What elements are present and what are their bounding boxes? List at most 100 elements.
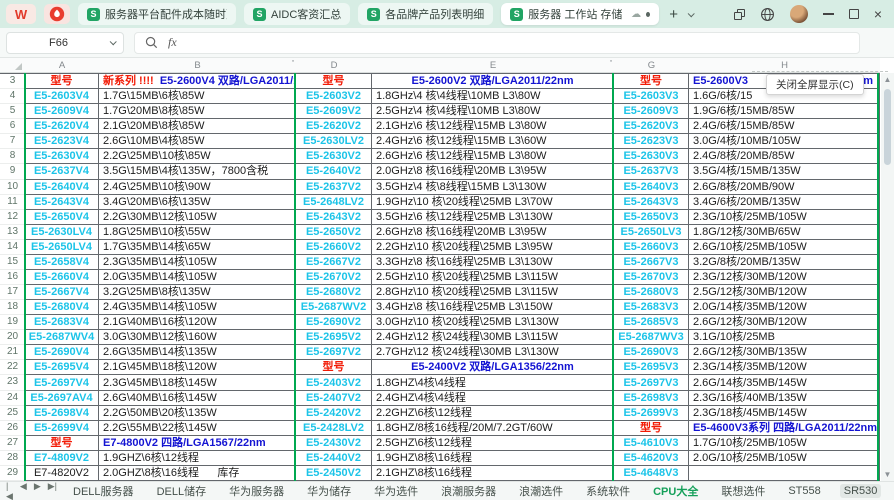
cell[interactable]: 3.0G\30MB\12核\160W [99, 330, 296, 345]
row-header[interactable]: 23 [0, 375, 25, 390]
cell[interactable]: E5-2697AV4 [25, 391, 99, 406]
column-header[interactable]: A [25, 58, 99, 73]
sheet-tab[interactable]: DELL储存 [153, 482, 211, 500]
cell[interactable]: E5-2660V4 [25, 270, 99, 285]
cell[interactable]: E5-2695V2 [296, 330, 372, 345]
cell[interactable]: E5-2403V2 [296, 375, 372, 390]
next-sheet-icon[interactable]: ▶ [34, 481, 41, 500]
row-header[interactable]: 6 [0, 119, 25, 134]
cell[interactable]: E5-2420V2 [296, 406, 372, 421]
row-header[interactable]: 29 [0, 466, 25, 481]
sheet-tab[interactable]: 联想选件 [717, 482, 769, 500]
cell[interactable]: E5-2670V3 [614, 270, 689, 285]
cell[interactable]: E5-2643V4 [25, 195, 99, 210]
cell[interactable]: E5-2603V3 [614, 89, 689, 104]
scroll-up-icon[interactable]: ▲ [881, 75, 894, 84]
row-header[interactable]: 12 [0, 210, 25, 225]
cell[interactable]: E5-2640V4 [25, 180, 99, 195]
select-all-corner[interactable] [0, 58, 25, 73]
cell[interactable]: E5-2680V4 [25, 300, 99, 315]
cell[interactable]: 3.5G\15MB\4核\135W，7800含税 [99, 164, 296, 179]
close-button[interactable]: × [874, 7, 882, 21]
cell[interactable]: 1.9GHZ\6核\12线程 [99, 451, 296, 466]
row-header[interactable]: 18 [0, 300, 25, 315]
row-header[interactable]: 19 [0, 315, 25, 330]
cell[interactable]: E5-2650V4 [25, 210, 99, 225]
cell[interactable]: E5-2620V3 [614, 119, 689, 134]
cell[interactable]: E5-2680V2 [296, 285, 372, 300]
cell[interactable]: 3.5G/4核/15MB/135W [689, 164, 880, 179]
cell[interactable]: E5-2650LV4 [25, 240, 99, 255]
cell[interactable]: E5-2643V3 [614, 195, 689, 210]
document-tab[interactable]: SAIDC客资汇总 [244, 3, 350, 25]
cell[interactable]: E5-2637V4 [25, 164, 99, 179]
row-header[interactable]: 25 [0, 406, 25, 421]
sheet-tab[interactable]: 华为选件 [370, 482, 422, 500]
cell[interactable]: E5-2687WV3 [614, 330, 689, 345]
cell[interactable]: E5-2603V4 [25, 89, 99, 104]
cell[interactable]: 2.6G/12核/30MB/120W [689, 315, 880, 330]
cell[interactable]: E5-2687WV4 [25, 330, 99, 345]
cell[interactable]: 2.6GHz\6 核\12线程\15MB L3\80W [372, 149, 614, 164]
cell[interactable]: 1.8GHZ/8核16线程/20M/7.2GT/60W [372, 421, 614, 436]
cell[interactable]: 2.4GHZ\4核\4线程 [372, 391, 614, 406]
cell[interactable]: E5-2683V4 [25, 315, 99, 330]
document-tab[interactable]: S服务器平台配件成本随时更新-S [78, 3, 236, 25]
row-header[interactable]: 14 [0, 240, 25, 255]
new-tab-button[interactable]: + [667, 7, 680, 22]
row-header[interactable]: 9 [0, 164, 25, 179]
cell[interactable]: E5-2660V2 [296, 240, 372, 255]
cell[interactable]: 2.3G/16核/40MB/135W [689, 391, 880, 406]
cell[interactable]: 2.6G/14核/35MB/145W [689, 375, 880, 390]
tab-manager-icon[interactable] [734, 9, 745, 20]
search-icon[interactable] [145, 36, 158, 49]
cell[interactable]: E5-2609V2 [296, 104, 372, 119]
cell[interactable]: 型号 [25, 436, 99, 451]
cell[interactable]: 2.6G\10MB\4核\85W [99, 134, 296, 149]
cell[interactable]: 2.0GHZ\8核\16线程 库存 [99, 466, 296, 481]
cell[interactable]: 1.7G/10核/25MB/105W [689, 436, 880, 451]
cell[interactable]: E5-2640V2 [296, 164, 372, 179]
cell[interactable]: 2.6G/10核/25MB/105W [689, 240, 880, 255]
cell[interactable]: 2.1GHz\6 核\12线程\15MB L3\80W [372, 119, 614, 134]
cell[interactable]: E5-2643V2 [296, 210, 372, 225]
cell[interactable]: E5-2600V2 双路/LGA2011/22nm [372, 74, 614, 89]
wps-logo-icon[interactable]: W [6, 4, 36, 24]
cell[interactable]: E5-2620V4 [25, 119, 99, 134]
tab-list-chevron-icon[interactable] [688, 10, 695, 17]
cell[interactable]: E5-2670V2 [296, 270, 372, 285]
cell[interactable]: 2.5G/12核/30MB/120W [689, 285, 880, 300]
document-tab[interactable]: S服务器 工作站 存储 选件☁ [501, 3, 659, 25]
cell[interactable]: E7-4800V2 四路/LGA1567/22nm [99, 436, 296, 451]
cell[interactable]: 1.8G/12核/30MB/65W [689, 225, 880, 240]
cell[interactable]: E5-2658V4 [25, 255, 99, 270]
cell[interactable]: 1.9G/6核/15MB/85W [689, 104, 880, 119]
cell[interactable]: 3.1G/10核/25MB [689, 330, 880, 345]
cell[interactable]: 2.6G/12核/30MB/135W [689, 345, 880, 360]
cell[interactable]: E5-2630V2 [296, 149, 372, 164]
cell[interactable]: 2.0G\35MB\14核\105W [99, 270, 296, 285]
row-header[interactable]: 21 [0, 345, 25, 360]
cell[interactable] [689, 466, 880, 481]
cell[interactable]: E5-4620V3 [614, 451, 689, 466]
cell[interactable]: E5-2609V4 [25, 104, 99, 119]
cell[interactable]: 2.4G\35MB\14核\105W [99, 300, 296, 315]
cell[interactable]: 3.5GHz\4 核\8线程\15MB L3\130W [372, 180, 614, 195]
cell[interactable]: 3.4GHz\8 核\16线程\25MB L3\150W [372, 300, 614, 315]
cell[interactable]: 2.1GHZ\8核\16线程 [372, 466, 614, 481]
cell[interactable]: E7-4809V2 [25, 451, 99, 466]
cell[interactable]: E5-2637V2 [296, 180, 372, 195]
cell[interactable]: 2.1G\20MB\8核\85W [99, 119, 296, 134]
cell[interactable]: 2.0G/10核/25MB/105W [689, 451, 880, 466]
prev-sheet-icon[interactable]: ◀ [20, 481, 27, 500]
cell[interactable]: 2.3G/18核/45MB/145W [689, 406, 880, 421]
sheet-tab[interactable]: SR530 [840, 484, 882, 498]
cell[interactable]: 1.8G\25MB\10核\55W [99, 225, 296, 240]
cell[interactable]: E5-4648V3 [614, 466, 689, 481]
cell[interactable]: 2.6G\40MB\16核\145W [99, 391, 296, 406]
cell[interactable]: 2.5GHz\4 核\4线程\10MB L3\80W [372, 104, 614, 119]
column-header[interactable]: G [614, 58, 689, 73]
document-tab[interactable]: S各品牌产品列表明细 [358, 3, 493, 25]
cell[interactable]: E5-2630LV2 [296, 134, 372, 149]
cell[interactable]: 1.9GHz\10 核\20线程\25MB L3\70W [372, 195, 614, 210]
